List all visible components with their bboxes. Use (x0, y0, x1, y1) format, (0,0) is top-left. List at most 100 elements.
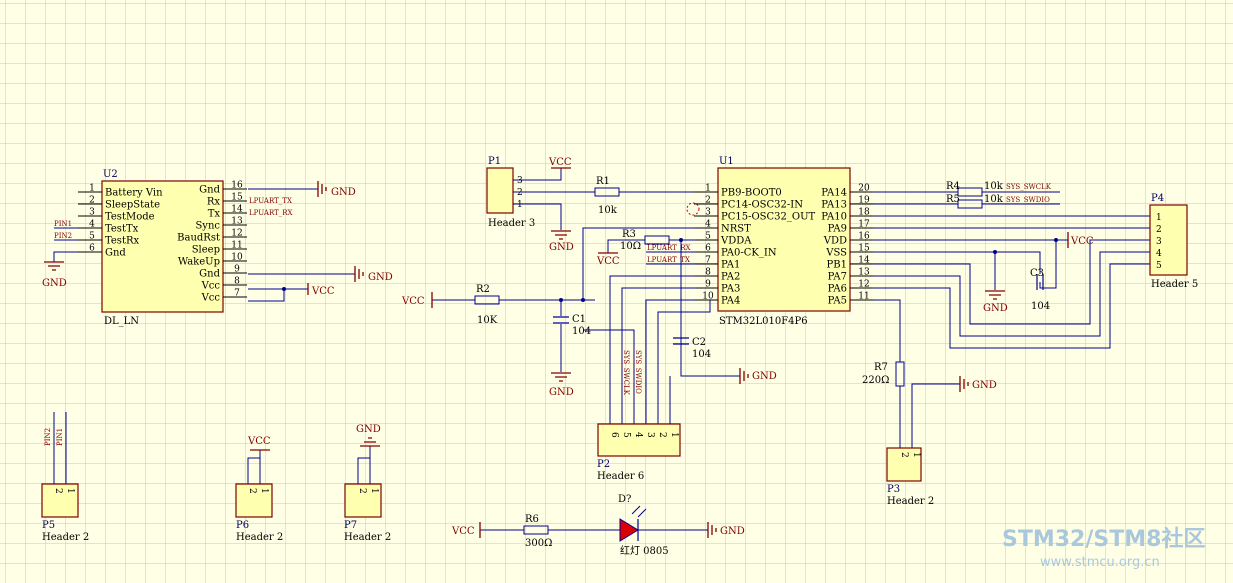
p6-designator: P6 (236, 520, 249, 531)
u1-pin-8-name: PA2 (721, 272, 740, 283)
r6-designator: R6 (525, 514, 539, 525)
u2-pin-16-name: Gnd (199, 185, 220, 196)
u1-pin-20-name: PA14 (821, 188, 847, 199)
p1-pin3: 3 (517, 176, 523, 186)
u1-pin-3-number: 3 (705, 208, 711, 218)
c2-value: 104 (692, 349, 711, 360)
c1-value: 104 (572, 326, 591, 337)
net-swdio-p2: SYS_SWDIO (634, 350, 642, 394)
p7-pin1: 1 (369, 488, 379, 494)
net-lpuart-tx-u2: LPUART_TX (249, 197, 292, 205)
p5-pin2: 2 (53, 488, 63, 494)
u1-pin-13-number: 13 (858, 268, 870, 278)
u1-pin-12-number: 12 (858, 280, 869, 290)
r5-value: 10k (984, 194, 1004, 205)
gnd-label-c2: GND (752, 371, 777, 382)
u1-pin-9-number: 9 (705, 280, 711, 290)
u2-pin-10-name: WakeUp (178, 257, 220, 268)
c3-value: 104 (1031, 301, 1050, 312)
u1-pin-12-name: PA6 (828, 284, 847, 295)
u1-pin-7-name: PA1 (721, 260, 740, 271)
u2-pin-11-name: Sleep (192, 245, 220, 256)
p4-designator: P4 (1151, 193, 1164, 204)
junction-u2-vcc (282, 287, 286, 291)
r1-designator: R1 (596, 176, 610, 187)
r2-value: 10K (477, 315, 498, 326)
u1-pin-6-name: PA0-CK_IN (721, 248, 777, 259)
u1-mcu[interactable]: U1 STM32L010F4P6 1 PB9-BOOT0 2 PC14-OSC32-I… (694, 156, 874, 327)
p5-designator: P5 (42, 520, 55, 531)
p2-pin3: 3 (645, 432, 655, 438)
r2-designator: R2 (476, 284, 490, 295)
u2-pin-7-name: Vcc (201, 293, 221, 304)
u1-pin-1-number: 1 (705, 184, 711, 194)
u1-pin-1-name: PB9-BOOT0 (721, 188, 782, 199)
d7-designator: D? (618, 494, 631, 505)
u2-pin-15-number: 15 (231, 193, 243, 203)
r3-value: 10Ω (620, 241, 641, 252)
p5-pin1: 1 (65, 488, 75, 494)
u2-pin-1-name: Battery Vin (105, 188, 163, 199)
p2-pin4: 4 (633, 432, 643, 438)
net-pin2-p5: PIN2 (44, 428, 52, 446)
gnd-label-p7: GND (356, 424, 381, 435)
gnd-label-p1: GND (549, 242, 574, 253)
p7-pin2: 2 (357, 488, 367, 494)
u1-pin-9-name: PA3 (721, 284, 740, 295)
c1-designator: C1 (572, 314, 586, 325)
u2-pin-8-number: 8 (234, 277, 240, 287)
p3-designator: P3 (887, 484, 900, 495)
u2-pin-15-name: Rx (207, 197, 221, 208)
u1-pin-2-number: 2 (705, 196, 711, 206)
junction-vdd (1054, 238, 1058, 242)
u2-pin-2-name: SleepState (105, 200, 160, 211)
u1-pin-18-name: PA10 (821, 212, 847, 223)
vcc-label-led: VCC (451, 526, 475, 537)
r7-designator: R7 (874, 362, 888, 373)
p7-designator: P7 (344, 520, 357, 531)
p6-pin1: 1 (259, 488, 269, 494)
p6-pin2: 2 (247, 488, 257, 494)
u2-pin-14-number: 14 (231, 205, 243, 215)
u1-pin-19-name: PA13 (821, 200, 847, 211)
gnd-label-u2-16: GND (331, 187, 356, 198)
u1-pin-8-number: 8 (705, 268, 711, 278)
u2-pin-13-number: 13 (231, 217, 243, 227)
vcc-label-vdd: VCC (1070, 236, 1094, 247)
p4-pin4: 4 (1156, 249, 1162, 259)
u2-pin-9-name: Gnd (199, 269, 220, 280)
u1-pin-16-name: VDD (823, 236, 847, 247)
gnd-label-vss: GND (983, 303, 1008, 314)
p1-pin2: 2 (517, 188, 523, 198)
u1-pin-4-name: NRST (721, 224, 751, 235)
u1-pin-4-number: 4 (705, 220, 711, 230)
junction-vss (993, 250, 997, 254)
u2-pin-3-name: TestMode (105, 212, 155, 223)
u1-pin-11-name: PA5 (828, 296, 847, 307)
net-pin2-u2: PIN2 (54, 232, 72, 240)
net-lpuart-rx-u1: LPUART_RX (647, 244, 691, 252)
watermark-url: www.stmcu.org.cn (1040, 555, 1160, 570)
u1-pin-5-name: VDDA (720, 236, 752, 247)
p2-designator: P2 (597, 459, 610, 470)
u1-pin-11-number: 11 (858, 292, 869, 302)
u2-pin-5-number: 5 (89, 232, 95, 242)
u2-pin-12-number: 12 (231, 229, 242, 239)
p3-comment: Header 2 (887, 496, 934, 507)
u1-pin-6-number: 6 (705, 244, 711, 254)
junction-vdda (679, 238, 683, 242)
net-pin1-p5: PIN1 (56, 428, 64, 446)
r5-designator: R5 (946, 194, 960, 205)
p4-pin1: 1 (1156, 213, 1162, 223)
u1-pin-15-number: 15 (858, 244, 870, 254)
u2-pin-5-name: TestRx (105, 236, 139, 247)
u1-pin-10-number: 10 (702, 292, 714, 302)
c3-designator: C3 (1030, 268, 1044, 279)
u2-pin-2-number: 2 (89, 196, 95, 206)
p1-comment: Header 3 (488, 218, 535, 229)
u2-pin-3-number: 3 (89, 208, 95, 218)
u2-designator: U2 (103, 169, 118, 180)
u2-module[interactable]: U2 DL_LN 1 Battery Vin 2 SleepState 3 TestMod… (78, 169, 247, 327)
c2-designator: C2 (692, 337, 706, 348)
gnd-label-led: GND (720, 526, 745, 537)
